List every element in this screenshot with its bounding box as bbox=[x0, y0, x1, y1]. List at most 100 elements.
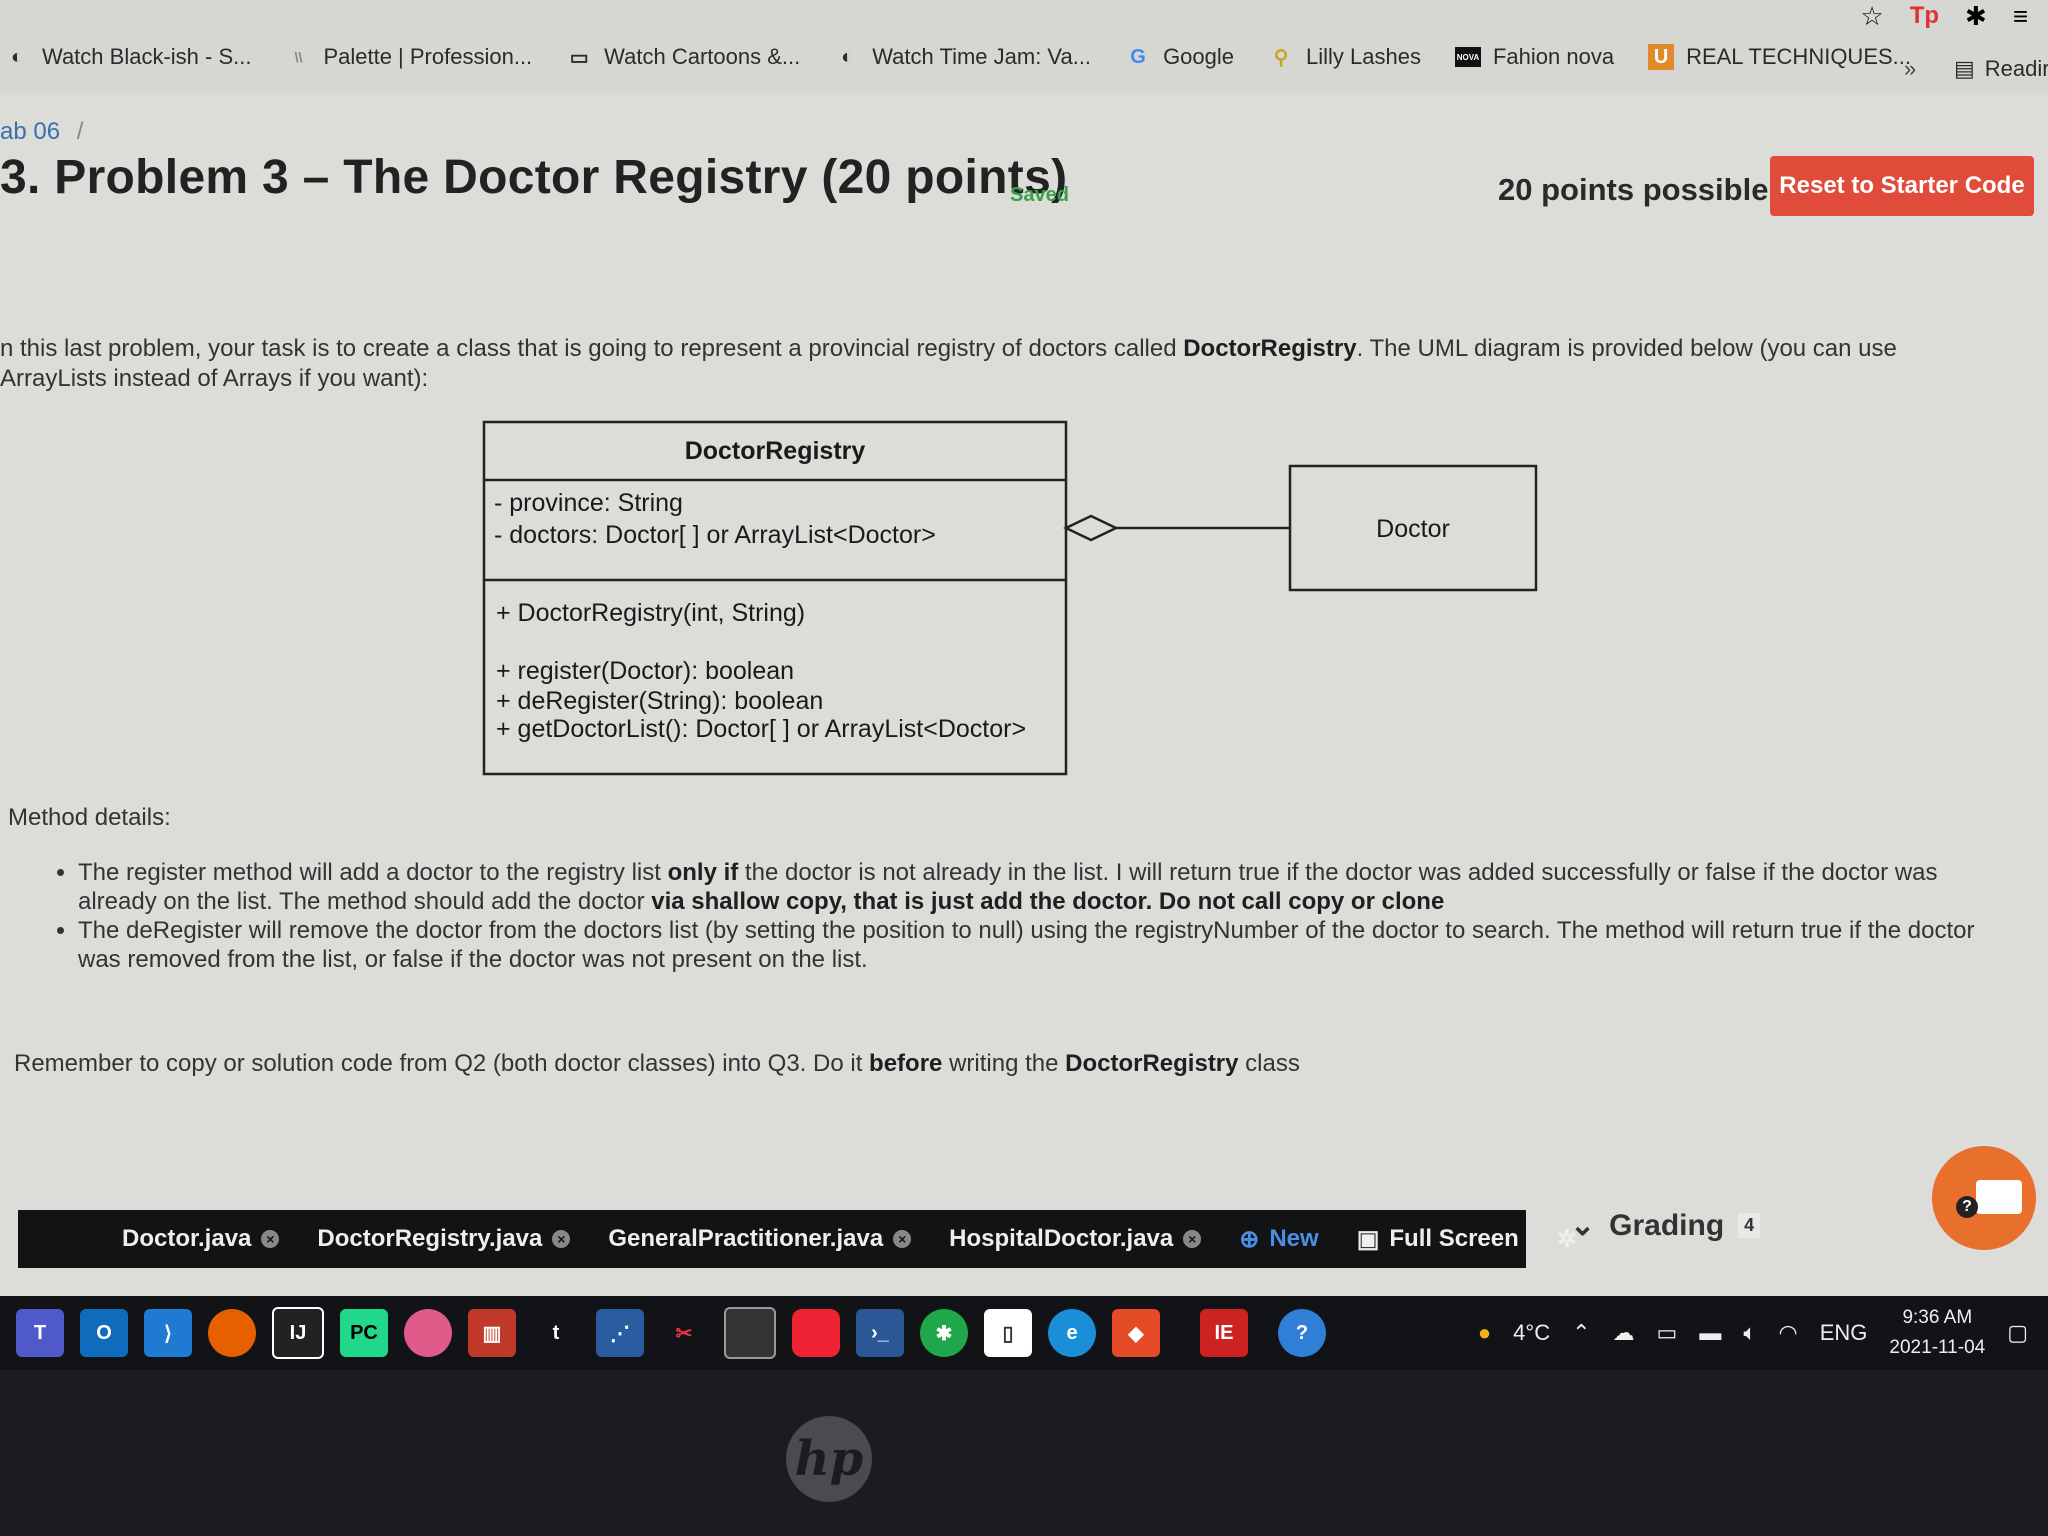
uml-method: + getDoctorList(): Doctor[ ] or ArrayLis… bbox=[496, 715, 1027, 743]
problem-intro: n this last problem, your task is to cre… bbox=[0, 335, 1897, 392]
bookmark-lilly-lashes[interactable]: ⚲ Lilly Lashes bbox=[1268, 44, 1421, 70]
cloud-icon[interactable]: ☁ bbox=[1613, 1320, 1635, 1346]
uml-method: + deRegister(String): boolean bbox=[496, 687, 824, 715]
full-screen-button[interactable]: ▣ Full Screen bbox=[1357, 1225, 1519, 1254]
volume-icon[interactable]: 🔈︎ bbox=[1743, 1320, 1756, 1346]
active-app-icon[interactable]: ✱ bbox=[920, 1309, 968, 1357]
snipping-tool-icon[interactable]: ✂ bbox=[660, 1309, 708, 1357]
method-details-list: The register method will add a doctor to… bbox=[48, 858, 2018, 974]
breadcrumb: ab 06 / bbox=[0, 118, 83, 146]
reading-list-icon: ▤ bbox=[1954, 56, 1975, 81]
vscode-icon[interactable]: ⟩ bbox=[144, 1309, 192, 1357]
breadcrumb-separator: / bbox=[76, 118, 84, 145]
bookmark-fashion-nova[interactable]: NOVA Fahion nova bbox=[1454, 44, 1614, 70]
camera-app-icon[interactable] bbox=[404, 1309, 452, 1357]
close-icon[interactable]: × bbox=[261, 1230, 280, 1248]
language-indicator[interactable]: ENG bbox=[1820, 1320, 1868, 1346]
grading-count-badge: 4 bbox=[1738, 1213, 1761, 1238]
powershell-icon[interactable]: ›_ bbox=[856, 1309, 904, 1357]
popcorn-icon[interactable]: ▥ bbox=[468, 1309, 516, 1357]
bookmark-palette[interactable]: \\ Palette | Profession... bbox=[285, 44, 533, 70]
list-item: The register method will add a doctor to… bbox=[78, 858, 2018, 916]
notifications-icon[interactable]: ▢ bbox=[2007, 1320, 2028, 1346]
bookmark-time-jam[interactable]: ◐ Watch Time Jam: Va... bbox=[834, 44, 1091, 70]
help-chat-button[interactable]: ? bbox=[1932, 1146, 2036, 1250]
tab-doctorregistry-java[interactable]: DoctorRegistry.java × bbox=[317, 1225, 571, 1253]
reset-starter-code-button[interactable]: Reset to Starter Code bbox=[1770, 156, 2034, 216]
wifi-icon[interactable]: ◠ bbox=[1779, 1320, 1798, 1346]
recorder-icon[interactable] bbox=[792, 1309, 840, 1357]
edge-icon[interactable]: e bbox=[1048, 1309, 1096, 1357]
points-possible: 20 points possible bbox=[1498, 172, 1769, 207]
outlook-icon[interactable]: O bbox=[80, 1309, 128, 1357]
display-icon[interactable]: ▭ bbox=[1657, 1320, 1678, 1346]
bookmark-google[interactable]: G Google bbox=[1125, 44, 1234, 70]
browser-bookmarks-bar: ☆ Tp ✱ ≡ ◐ Watch Black-ish - S... \\ Palet… bbox=[0, 0, 2048, 95]
hp-logo: hp bbox=[786, 1416, 872, 1502]
screen: ☆ Tp ✱ ≡ ◐ Watch Black-ish - S... \\ Palet… bbox=[0, 0, 2048, 1370]
close-icon[interactable]: × bbox=[1183, 1230, 1202, 1248]
new-file-button[interactable]: ⊕ New bbox=[1239, 1225, 1318, 1254]
lashes-icon: ⚲ bbox=[1273, 46, 1289, 69]
firefox-icon[interactable] bbox=[208, 1309, 256, 1357]
uml-doctor-class-name: Doctor bbox=[1376, 515, 1450, 543]
uml-method: + register(Doctor): boolean bbox=[496, 657, 795, 685]
extension-tp-icon[interactable]: Tp bbox=[1910, 2, 1939, 30]
weather-temp[interactable]: 4°C bbox=[1513, 1320, 1550, 1346]
grading-toggle[interactable]: ⌄ Grading 4 bbox=[1570, 1208, 1761, 1243]
weather-icon[interactable]: ● bbox=[1478, 1320, 1491, 1346]
breadcrumb-link[interactable]: ab 06 bbox=[0, 118, 60, 145]
uml-class-name: DoctorRegistry bbox=[684, 437, 866, 465]
network-tool-icon[interactable]: ⋰ bbox=[596, 1309, 644, 1357]
uml-attribute: - province: String bbox=[494, 489, 683, 517]
bookmark-real-techniques[interactable]: U REAL TECHNIQUES... bbox=[1648, 44, 1911, 70]
bookmark-black-ish[interactable]: ◐ Watch Black-ish - S... bbox=[4, 44, 252, 70]
uml-method: + DoctorRegistry(int, String) bbox=[496, 599, 806, 627]
bookmarks-list: ◐ Watch Black-ish - S... \\ Palette | Prof… bbox=[0, 34, 1911, 80]
extension-icons: ☆ Tp ✱ ≡ bbox=[1860, 0, 2028, 32]
git-icon[interactable]: ◆ bbox=[1112, 1309, 1160, 1357]
playlist-icon[interactable]: ≡ bbox=[2013, 1, 2028, 32]
palette-icon: \\ bbox=[294, 49, 303, 65]
pycharm-icon[interactable]: PC bbox=[340, 1309, 388, 1357]
tab-hospitaldoctor-java[interactable]: HospitalDoctor.java × bbox=[949, 1225, 1202, 1253]
nova-icon: NOVA bbox=[1454, 47, 1481, 67]
battery-icon[interactable]: ▬ bbox=[1699, 1320, 1721, 1346]
clock-time: 9:36 AM bbox=[1902, 1307, 1973, 1328]
globe-icon: ◐ bbox=[841, 45, 854, 68]
windows-taskbar: T O ⟩ IJ PC ▥ t ⋰ ✂ ›_ ✱ ▯ e ◆ IE ? ● 4°… bbox=[0, 1296, 2048, 1370]
intellij-icon[interactable]: IJ bbox=[272, 1307, 324, 1359]
google-icon: G bbox=[1130, 45, 1146, 68]
bookmarks-more-button[interactable]: » bbox=[1904, 56, 1916, 82]
close-icon[interactable]: × bbox=[893, 1230, 912, 1248]
tumblr-icon[interactable]: t bbox=[532, 1309, 580, 1357]
teams-icon[interactable]: T bbox=[16, 1309, 64, 1357]
uml-attribute: - doctors: Doctor[ ] or ArrayList<Doctor… bbox=[494, 521, 936, 549]
method-details-heading: Method details: bbox=[8, 804, 171, 831]
saved-status: Saved bbox=[1010, 184, 1069, 206]
tab-generalpractitioner-java[interactable]: GeneralPractitioner.java × bbox=[608, 1225, 912, 1253]
star-icon[interactable]: ☆ bbox=[1860, 1, 1883, 32]
system-tray: ● 4°C ⌃ ☁ ▭ ▬ 🔈︎ ◠ ENG 9:36 AM 2021-11-04… bbox=[1478, 1296, 2048, 1370]
close-icon[interactable]: × bbox=[552, 1230, 571, 1248]
tab-doctor-java[interactable]: Doctor.java × bbox=[122, 1225, 280, 1253]
bookmark-cartoons[interactable]: ▭ Watch Cartoons &... bbox=[566, 44, 801, 70]
plus-circle-icon: ⊕ bbox=[1239, 1225, 1260, 1253]
page-title: 3. Problem 3 – The Doctor Registry (20 p… bbox=[0, 151, 1068, 204]
clock-date: 2021-11-04 bbox=[1889, 1337, 1986, 1358]
rt-icon: U bbox=[1648, 44, 1675, 70]
reminder-text: Remember to copy or solution code from Q… bbox=[14, 1050, 1300, 1077]
clock[interactable]: 9:36 AM 2021-11-04 bbox=[1889, 1303, 1985, 1363]
notepad-icon[interactable]: ▯ bbox=[984, 1309, 1032, 1357]
globe-icon: ◐ bbox=[10, 45, 24, 68]
question-icon: ? bbox=[1956, 1196, 1978, 1218]
help-icon[interactable]: ? bbox=[1278, 1309, 1326, 1357]
tv-icon: ▭ bbox=[569, 46, 589, 69]
ie-icon[interactable]: IE bbox=[1200, 1309, 1248, 1357]
terminal-icon[interactable] bbox=[724, 1307, 776, 1359]
puzzle-icon[interactable]: ✱ bbox=[1965, 1, 1987, 32]
aggregation-diamond-icon bbox=[1063, 514, 1119, 542]
chevron-down-icon: ⌄ bbox=[1570, 1209, 1596, 1242]
reading-list-button[interactable]: ▤ Readir bbox=[1954, 56, 2048, 82]
chevron-up-icon[interactable]: ⌃ bbox=[1572, 1320, 1590, 1346]
